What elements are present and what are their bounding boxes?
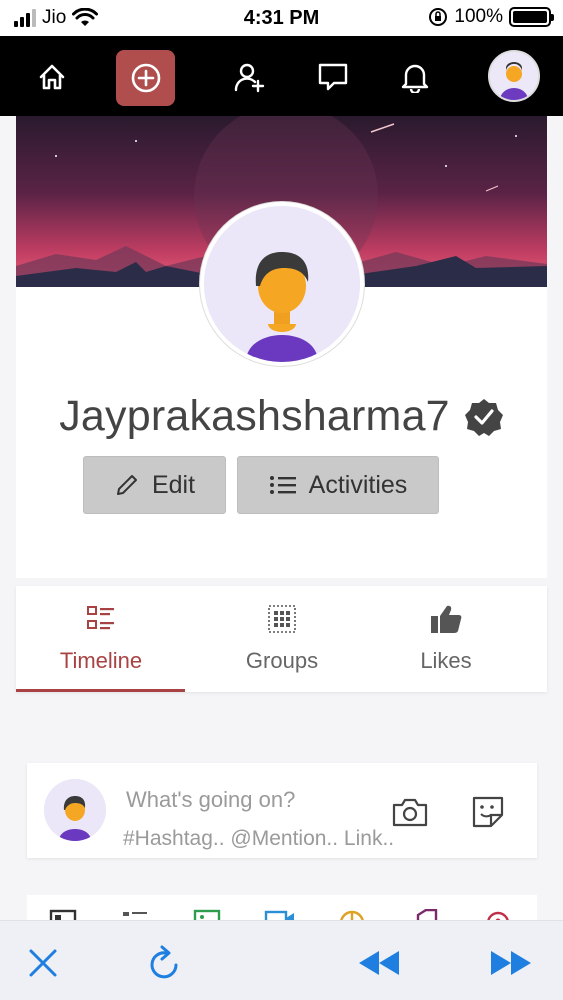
battery-icon	[509, 7, 554, 27]
add-friend-icon[interactable]	[224, 52, 274, 102]
rewind-icon[interactable]	[357, 943, 401, 983]
timeline-icon	[87, 604, 115, 634]
thumbs-up-icon	[430, 604, 462, 634]
username-row: Jayprakashsharma7	[16, 392, 547, 441]
messages-icon[interactable]	[308, 52, 358, 102]
groups-icon	[268, 604, 296, 634]
sticker-icon[interactable]	[469, 795, 507, 829]
tab-groups[interactable]: Groups	[197, 586, 367, 692]
post-composer[interactable]: What's going on? #Hashtag.. @Mention.. L…	[27, 763, 537, 858]
username: Jayprakashsharma7	[59, 392, 450, 440]
profile-avatar[interactable]	[200, 202, 364, 366]
top-navigation	[0, 36, 563, 116]
battery-percent: 100%	[454, 6, 503, 27]
pencil-icon	[116, 475, 137, 495]
composer-avatar	[44, 779, 106, 841]
avatar	[490, 52, 538, 100]
close-icon[interactable]	[21, 943, 65, 983]
active-tab-indicator	[16, 689, 185, 692]
profile-tabs: Timeline Groups Likes	[16, 586, 547, 692]
tab-timeline-label: Timeline	[59, 648, 143, 673]
notifications-icon[interactable]	[390, 52, 440, 102]
user-avatar-button[interactable]	[488, 50, 540, 102]
create-post-button[interactable]	[116, 50, 175, 106]
home-icon[interactable]	[27, 52, 77, 102]
composer-hint: #Hashtag.. @Mention.. Link..	[123, 827, 395, 850]
tab-timeline[interactable]: Timeline	[16, 586, 186, 692]
activities-label: Activities	[308, 470, 408, 499]
avatar	[44, 779, 106, 841]
tab-likes-label: Likes	[420, 648, 472, 673]
fast-forward-icon[interactable]	[489, 943, 533, 983]
status-bar: Jio 4:31 PM 100%	[0, 0, 563, 36]
refresh-icon[interactable]	[143, 943, 187, 983]
add-circle-icon	[131, 63, 160, 93]
edit-label: Edit	[151, 470, 196, 499]
verified-badge-icon	[464, 398, 503, 436]
edit-profile-button[interactable]: Edit	[83, 456, 226, 514]
profile-avatar-image	[204, 206, 360, 362]
tab-likes[interactable]: Likes	[361, 586, 531, 692]
activities-button[interactable]: Activities	[237, 456, 439, 514]
camera-icon[interactable]	[391, 795, 429, 829]
profile-card: Jayprakashsharma7 Edit Activities	[16, 116, 547, 578]
composer-placeholder[interactable]: What's going on?	[126, 787, 295, 813]
status-right: 100%	[428, 6, 554, 28]
orientation-lock-icon	[429, 8, 448, 26]
tab-groups-label: Groups	[245, 648, 319, 673]
bottom-toolbar	[0, 920, 563, 1000]
list-icon	[269, 476, 296, 494]
